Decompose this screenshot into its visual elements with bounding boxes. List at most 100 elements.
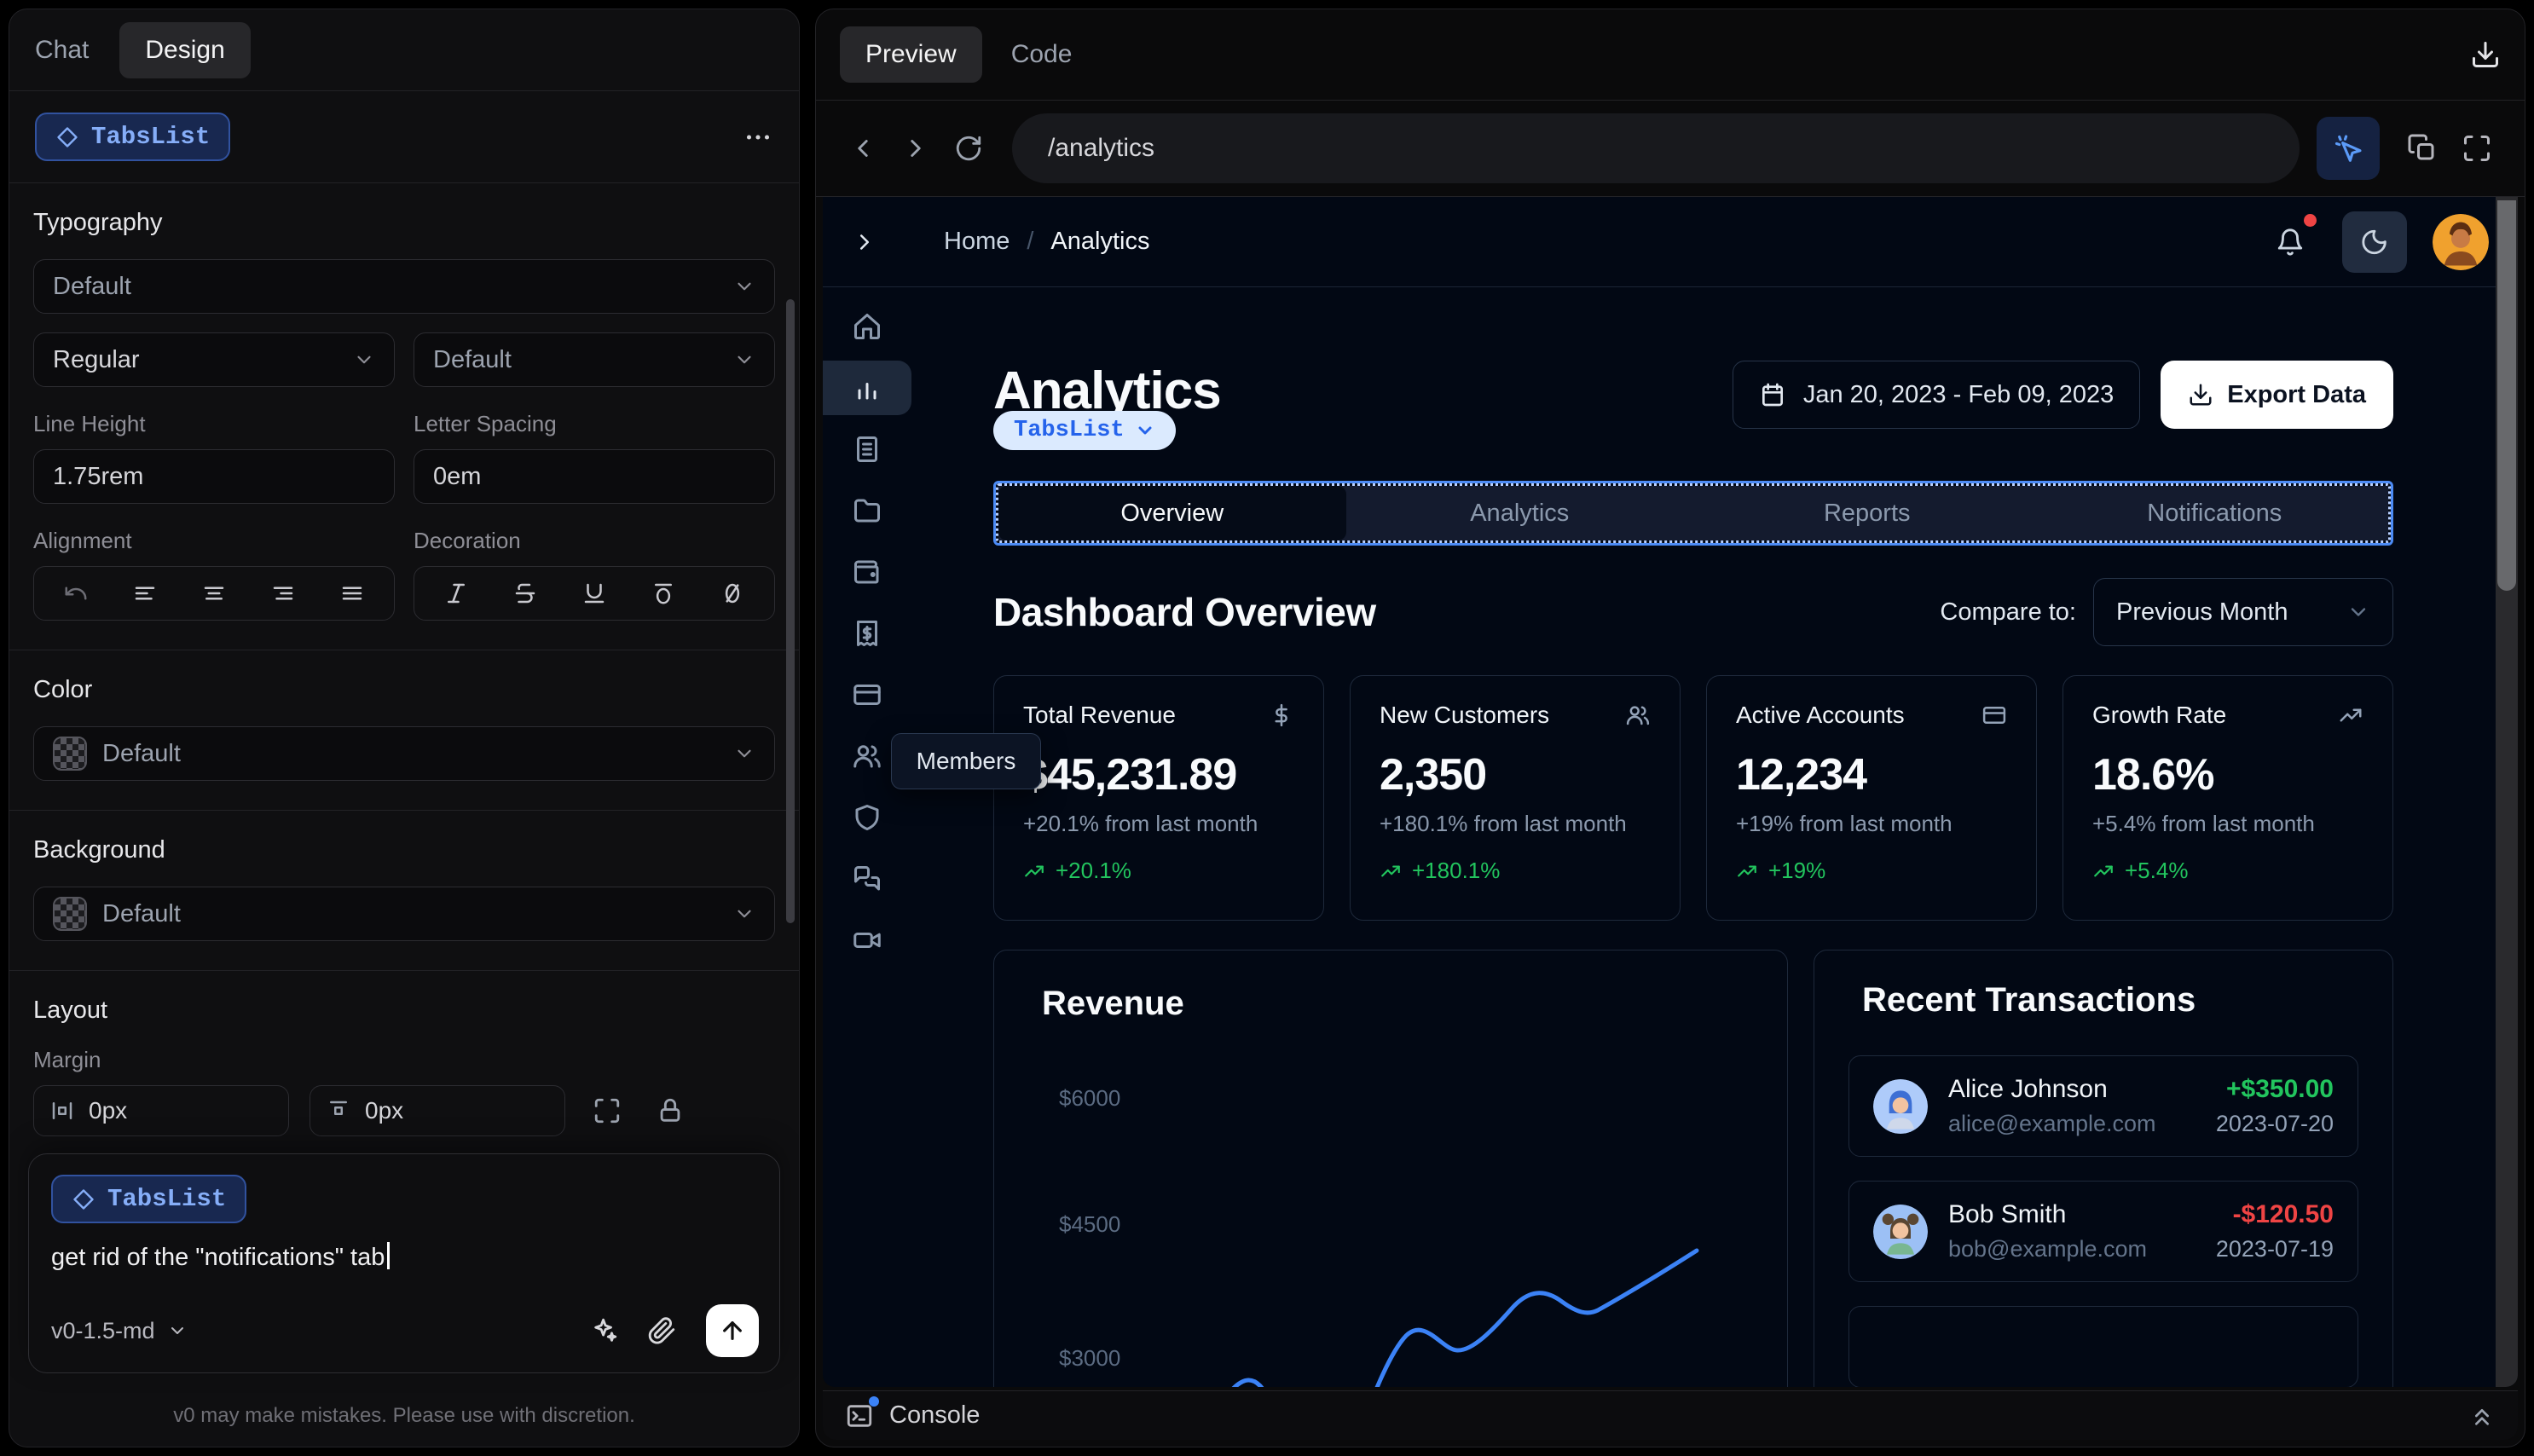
transaction-amount: +$350.00 — [2226, 1075, 2334, 1103]
fullscreen-button[interactable] — [2450, 133, 2504, 164]
lock-icon[interactable] — [656, 1096, 685, 1125]
receipt-icon — [857, 621, 877, 646]
back-icon — [858, 140, 868, 157]
chat-composer[interactable]: TabsList get rid of the "notifications" … — [28, 1153, 780, 1373]
component-chip-tabslist[interactable]: TabsList — [35, 113, 231, 161]
avatar — [1873, 1078, 1928, 1134]
back-button[interactable] — [836, 134, 889, 163]
date-range-picker[interactable]: Jan 20, 2023 - Feb 09, 2023 — [1732, 361, 2141, 429]
align-center-icon[interactable] — [201, 581, 227, 606]
rail-wallet[interactable] — [823, 545, 911, 599]
console-expand-button[interactable] — [2468, 1402, 2496, 1430]
tabs-list: Overview Analytics Reports Notifications — [998, 486, 2388, 540]
tab-chat[interactable]: Chat — [35, 36, 89, 65]
composer-input[interactable]: get rid of the "notifications" tab — [51, 1242, 757, 1272]
rail-video[interactable] — [823, 913, 911, 968]
font-weight-select[interactable]: Regular — [33, 332, 395, 387]
decoration-toolbar — [414, 566, 775, 621]
undo-icon[interactable] — [63, 581, 89, 606]
diamond-icon — [57, 126, 78, 147]
user-avatar[interactable] — [2433, 213, 2489, 270]
scrollbar-thumb[interactable] — [2497, 200, 2516, 591]
margin-x-input[interactable]: 0px — [33, 1085, 289, 1136]
wallet-icon — [854, 560, 879, 584]
tab-analytics[interactable]: Analytics — [1346, 486, 1694, 540]
preview-scrollbar[interactable] — [2496, 197, 2518, 1387]
align-justify-icon[interactable] — [339, 581, 365, 606]
expand-icon[interactable] — [593, 1096, 622, 1125]
avatar — [1873, 1204, 1928, 1259]
rail-billing[interactable] — [823, 606, 911, 661]
letter-spacing-label: Letter Spacing — [414, 411, 557, 436]
margin-y-input[interactable]: 0px — [310, 1085, 565, 1136]
stat-title: Growth Rate — [2092, 702, 2227, 728]
no-decoration-icon[interactable] — [720, 581, 745, 606]
checkerboard-swatch-icon — [53, 897, 87, 931]
compare-select[interactable]: Previous Month — [2093, 578, 2393, 646]
forward-button[interactable] — [889, 134, 942, 163]
url-value: /analytics — [1048, 134, 1155, 162]
letter-spacing-value: 0em — [433, 462, 482, 490]
paperclip-icon[interactable] — [648, 1316, 677, 1345]
panel-tab-bar: Chat Design — [9, 9, 799, 91]
ellipsis-icon — [746, 134, 770, 140]
rail-cards[interactable] — [823, 667, 911, 722]
chevron-down-icon — [738, 910, 751, 918]
letter-spacing-input[interactable]: 0em — [414, 449, 775, 504]
console-bar[interactable]: Console — [823, 1390, 2518, 1440]
background-select[interactable]: Default — [33, 887, 775, 941]
sidebar-toggle-icon[interactable] — [852, 229, 877, 255]
underline-icon[interactable] — [581, 581, 607, 606]
tab-code[interactable]: Code — [1011, 40, 1073, 69]
tab-notifications[interactable]: Notifications — [2041, 486, 2389, 540]
app-preview: Home / Analytics Members Analytics TabsL… — [823, 197, 2518, 1387]
stat-trend: +20.1% — [1056, 858, 1131, 883]
selected-element-chip[interactable]: TabsList — [993, 411, 1176, 450]
download-button[interactable] — [2470, 39, 2501, 70]
rail-analytics[interactable] — [823, 361, 911, 415]
rail-files[interactable] — [823, 483, 911, 538]
composer-chip-tabslist[interactable]: TabsList — [51, 1175, 247, 1223]
overline-icon[interactable] — [651, 581, 676, 606]
calendar-icon — [1762, 383, 1783, 407]
sparkles-icon[interactable] — [590, 1316, 619, 1345]
tab-preview[interactable]: Preview — [840, 26, 982, 83]
rail-home[interactable] — [823, 299, 911, 354]
inspect-mode-button[interactable] — [2317, 117, 2380, 180]
font-size-select[interactable]: Default — [414, 332, 775, 387]
export-data-label: Export Data — [2227, 380, 2366, 408]
refresh-button[interactable] — [942, 134, 995, 163]
rail-security[interactable] — [823, 790, 911, 845]
theme-toggle-button[interactable] — [2342, 211, 2407, 273]
transaction-row[interactable]: Bob Smith bob@example.com -$120.50 2023-… — [1848, 1181, 2358, 1282]
trending-up-icon — [2094, 865, 2113, 876]
transaction-row[interactable]: Alice Johnson alice@example.com +$350.00… — [1848, 1055, 2358, 1157]
stat-card-total-revenue: Total Revenue $45,231.89 +20.1% from las… — [993, 675, 1324, 921]
italic-icon[interactable] — [443, 581, 469, 606]
font-family-select[interactable]: Default — [33, 259, 775, 314]
color-select[interactable]: Default — [33, 726, 775, 781]
align-right-icon[interactable] — [270, 581, 296, 606]
breadcrumb-home[interactable]: Home — [944, 228, 1010, 256]
line-height-input[interactable]: 1.75rem — [33, 449, 395, 504]
model-select[interactable]: v0-1.5-md — [51, 1318, 188, 1344]
url-input[interactable]: /analytics — [1012, 113, 2300, 183]
icon-rail — [823, 299, 911, 968]
export-data-button[interactable]: Export Data — [2161, 361, 2393, 429]
rail-organization[interactable] — [823, 422, 911, 477]
tab-design[interactable]: Design — [119, 21, 251, 78]
strikethrough-icon[interactable] — [512, 581, 538, 606]
more-options-button[interactable] — [743, 122, 773, 153]
copy-button[interactable] — [2395, 133, 2450, 164]
send-button[interactable] — [706, 1304, 759, 1357]
rail-messages[interactable] — [823, 852, 911, 906]
tab-reports[interactable]: Reports — [1693, 486, 2041, 540]
notifications-button[interactable] — [2276, 213, 2317, 257]
align-left-icon[interactable] — [132, 581, 158, 606]
trending-up-icon — [2338, 702, 2363, 728]
tab-overview[interactable]: Overview — [998, 486, 1346, 540]
browser-toolbar: /analytics — [816, 101, 2525, 196]
panel-scrollbar[interactable] — [786, 299, 795, 923]
transactions-title: Recent Transactions — [1862, 981, 2196, 1019]
trending-up-icon — [1025, 865, 1044, 876]
